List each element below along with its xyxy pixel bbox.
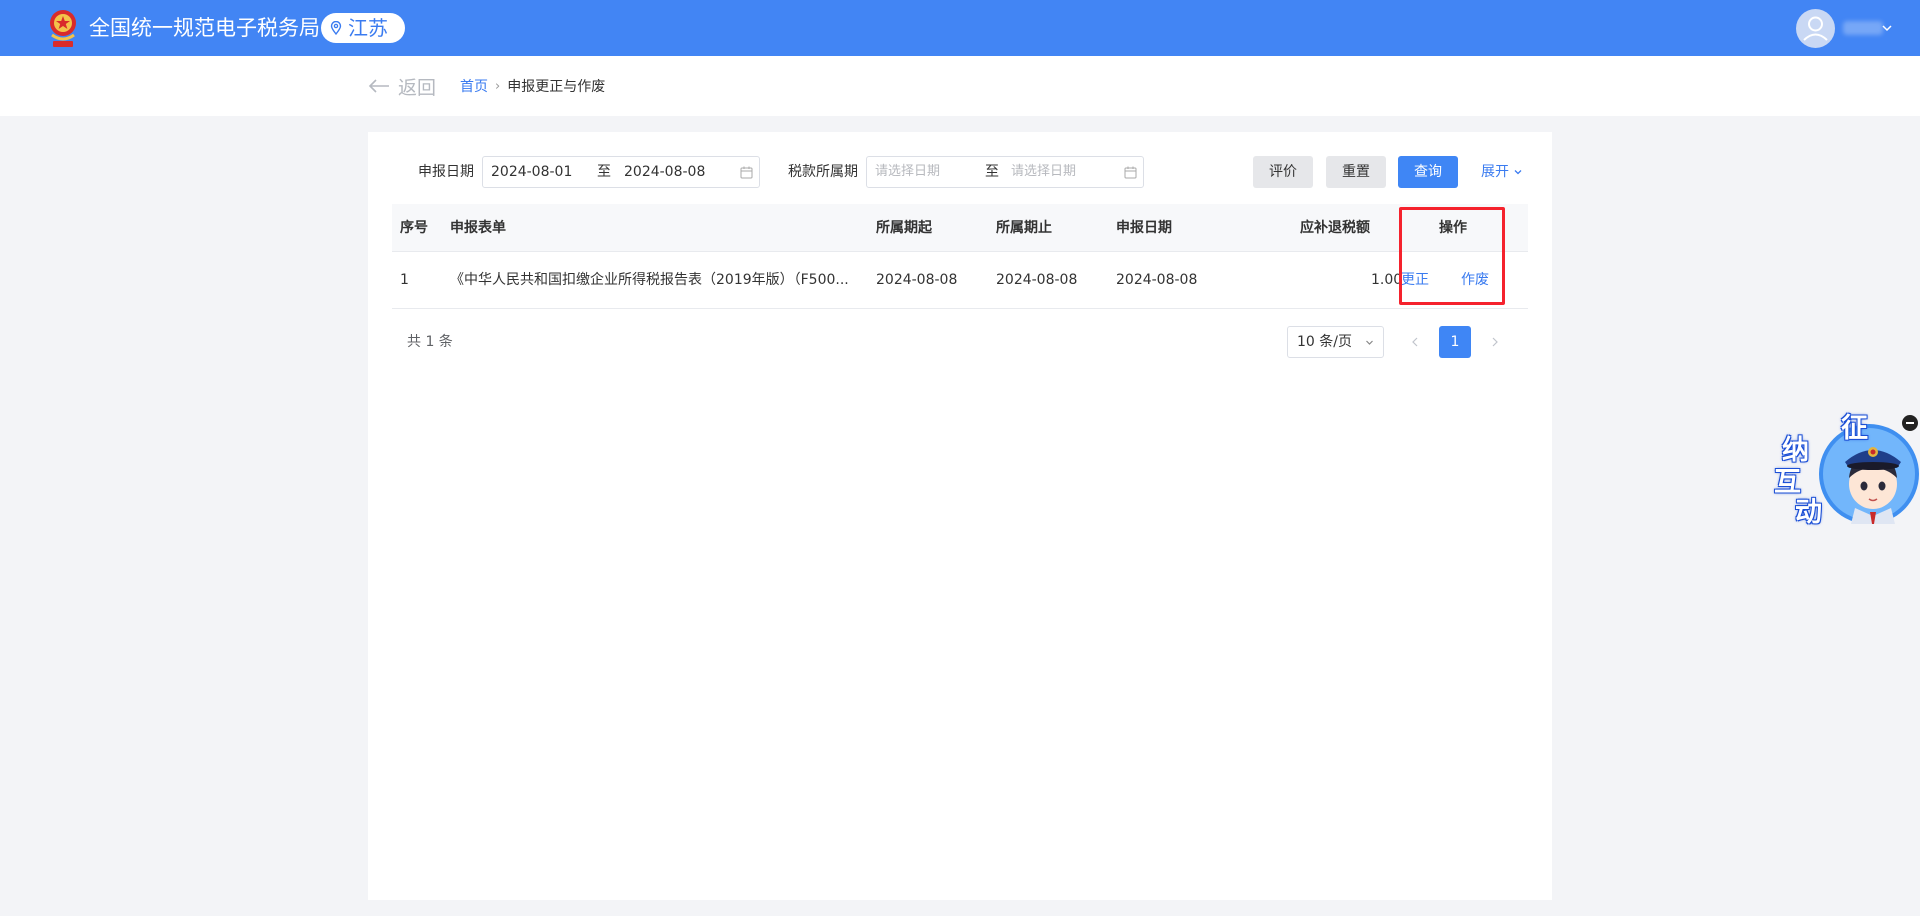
tax-period-end-input[interactable]: 请选择日期 [1011, 157, 1076, 187]
main-card: 申报日期 2024-08-01 至 2024-08-08 税款所属期 请选择日期… [368, 132, 1552, 900]
declare-date-start[interactable]: 2024-08-01 [491, 157, 572, 187]
breadcrumb-current: 申报更正与作废 [507, 79, 606, 95]
tax-period-start-input[interactable]: 请选择日期 [875, 157, 940, 187]
declare-date-label: 申报日期 [418, 164, 474, 180]
total-count: 共 1 条 [407, 334, 453, 350]
chevron-right-icon [1492, 337, 1498, 347]
table-row: 1 《中华人民共和国扣缴企业所得税报告表（2019年版）（F500... 202… [392, 252, 1528, 309]
back-label: 返回 [398, 76, 437, 99]
void-action-link[interactable]: 作废 [1461, 252, 1489, 309]
cell-form-name: 《中华人民共和国扣缴企业所得税报告表（2019年版）（F500... [450, 272, 849, 288]
column-header-declare-date: 申报日期 [1116, 220, 1172, 236]
range-separator: 至 [985, 164, 999, 180]
calendar-icon [1124, 166, 1137, 179]
next-page-button[interactable] [1481, 326, 1509, 358]
breadcrumb-home[interactable]: 首页 [460, 76, 488, 96]
prev-page-button[interactable] [1401, 326, 1429, 358]
back-button[interactable]: 返回 [368, 56, 436, 116]
correct-action-link[interactable]: 更正 [1401, 252, 1429, 309]
declare-date-range-picker[interactable]: 2024-08-01 至 2024-08-08 [482, 156, 760, 188]
tax-emblem-icon [50, 10, 76, 47]
chevron-down-icon [1514, 170, 1522, 175]
expand-label: 展开 [1481, 164, 1509, 180]
widget-char-1: 征 [1841, 413, 1868, 444]
tax-period-label: 税款所属期 [788, 164, 858, 180]
chevron-down-icon [1366, 340, 1373, 345]
declare-date-end[interactable]: 2024-08-08 [624, 157, 705, 187]
user-avatar[interactable] [1796, 9, 1835, 48]
location-pin-icon [330, 21, 342, 35]
evaluate-button[interactable]: 评价 [1253, 156, 1313, 188]
cell-seq: 1 [400, 272, 409, 288]
arrow-left-icon [368, 79, 389, 93]
column-header-form: 申报表单 [450, 220, 506, 236]
chevron-left-icon [1412, 337, 1418, 347]
close-widget-button[interactable] [1902, 415, 1918, 431]
user-icon [1803, 16, 1828, 41]
table-header: 序号 申报表单 所属期起 所属期止 申报日期 应补退税额 操作 [392, 204, 1528, 252]
cell-amount: 1.00 [1371, 272, 1403, 288]
assistant-widget[interactable]: 征 纳 互 动 [1771, 404, 1920, 534]
reset-button[interactable]: 重置 [1326, 156, 1386, 188]
breadcrumb: 首页 › 申报更正与作废 [460, 56, 605, 116]
region-label: 江苏 [348, 16, 388, 40]
page-1-button[interactable]: 1 [1439, 326, 1471, 358]
column-header-amount: 应补退税额 [1300, 220, 1370, 236]
chevron-down-icon[interactable] [1881, 22, 1893, 34]
column-header-actions: 操作 [1439, 220, 1467, 236]
user-name-redacted[interactable] [1843, 21, 1883, 35]
column-header-period-start: 所属期起 [876, 220, 932, 236]
cell-declare-date: 2024-08-08 [1116, 272, 1198, 288]
column-header-period-end: 所属期止 [996, 220, 1052, 236]
page-size-value: 10 条/页 [1297, 334, 1352, 350]
sub-navigation-bar: 返回 首页 › 申报更正与作废 [0, 56, 1920, 116]
widget-char-4: 动 [1795, 497, 1822, 528]
column-header-seq: 序号 [400, 220, 428, 236]
range-separator: 至 [597, 164, 611, 180]
query-button[interactable]: 查询 [1398, 156, 1458, 188]
expand-filters-toggle[interactable]: 展开 [1481, 156, 1523, 188]
cell-period-end: 2024-08-08 [996, 272, 1078, 288]
breadcrumb-separator: › [495, 78, 501, 94]
cell-period-start: 2024-08-08 [876, 272, 958, 288]
tax-period-range-picker[interactable]: 请选择日期 至 请选择日期 [866, 156, 1144, 188]
page-size-select[interactable]: 10 条/页 [1287, 326, 1384, 358]
site-title: 全国统一规范电子税务局 [89, 16, 320, 40]
top-header: 全国统一规范电子税务局 江苏 [0, 0, 1920, 56]
calendar-icon [740, 166, 753, 179]
region-selector[interactable]: 江苏 [321, 13, 405, 43]
